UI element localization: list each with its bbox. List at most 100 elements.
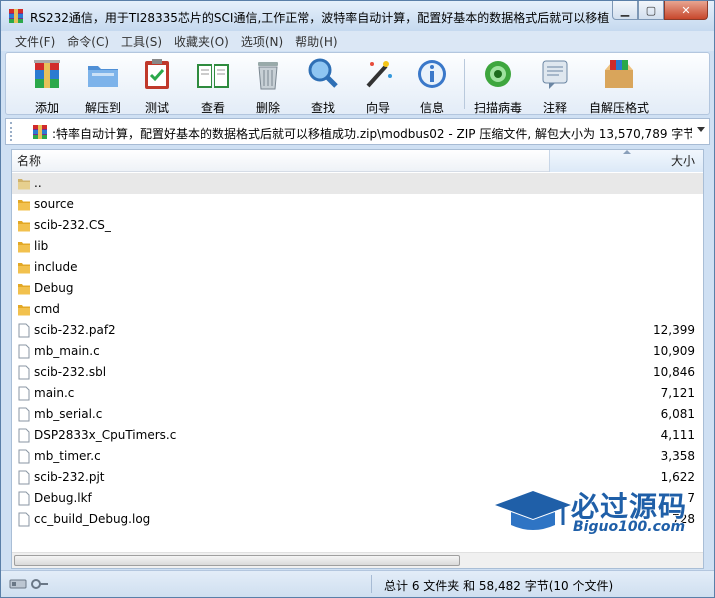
column-header-size-label: 大小 [670, 154, 695, 168]
test-label: 测试 [144, 101, 169, 115]
menu-command[interactable]: 命令(C) [61, 31, 115, 51]
find-label: 查找 [310, 101, 335, 115]
view-label: 查看 [200, 101, 225, 115]
table-row[interactable]: main.c 7,121 [12, 383, 703, 404]
file-name: mb_timer.c [34, 449, 101, 463]
file-icon [18, 323, 30, 338]
drive-key-icon[interactable] [9, 577, 49, 591]
folder-icon [18, 242, 30, 253]
column-header-name[interactable]: 名称 [17, 150, 41, 172]
file-icon [18, 386, 30, 401]
file-size: 4,111 [660, 428, 695, 442]
address-grip[interactable] [10, 122, 16, 141]
table-row[interactable]: scib-232.paf2 12,399 [12, 320, 703, 341]
file-name: Debug.lkf [34, 491, 92, 505]
scan-virus-button[interactable]: 扫描病毒 [471, 56, 525, 115]
table-row[interactable]: scib-232.CS_ [12, 215, 703, 236]
table-row[interactable]: cmd [12, 299, 703, 320]
extract-folder-icon [88, 66, 118, 87]
menu-bar: 文件(F) 命令(C) 工具(S) 收藏夹(O) 选项(N) 帮助(H) [1, 31, 714, 51]
toolbar-separator [464, 59, 465, 109]
table-row[interactable]: Debug [12, 278, 703, 299]
zip-archive-icon [33, 125, 47, 139]
file-icon [18, 449, 30, 464]
folder-icon [18, 284, 30, 295]
parent-folder-icon [18, 179, 30, 190]
folder-icon [18, 263, 30, 274]
comment-label: 注释 [542, 101, 567, 115]
maximize-button[interactable]: ▢ [638, 1, 664, 20]
menu-file[interactable]: 文件(F) [9, 31, 61, 51]
wizard-wand-icon [366, 61, 392, 88]
toolbar: 添加 解压到 测试 查看 删除 查找 向导 信息 扫描病毒 注释 自解压格式 [5, 52, 710, 115]
file-icon [18, 428, 30, 443]
address-text: :特率自动计算，配置好基本的数据格式后就可以移植成功.zip\modbus02 … [52, 127, 692, 141]
file-size: 7,121 [660, 386, 695, 400]
table-row[interactable]: mb_main.c 10,909 [12, 341, 703, 362]
table-row[interactable]: source [12, 194, 703, 215]
sfx-label: 自解压格式 [588, 101, 649, 115]
close-button[interactable]: ✕ [664, 1, 708, 20]
status-separator [371, 575, 372, 593]
file-icon [18, 512, 30, 527]
add-button[interactable]: 添加 [20, 56, 74, 115]
title-bar[interactable]: RS232通信，用于TI28335芯片的SCI通信,工作正常，波特率自动计算，配… [1, 1, 714, 31]
file-name: scib-232.sbl [34, 365, 107, 379]
address-bar[interactable]: :特率自动计算，配置好基本的数据格式后就可以移植成功.zip\modbus02 … [5, 118, 710, 145]
table-row[interactable]: mb_serial.c 6,081 [12, 404, 703, 425]
file-icon [18, 407, 30, 422]
sfx-box-icon [605, 60, 633, 88]
table-row[interactable]: include [12, 257, 703, 278]
delete-label: 删除 [255, 101, 280, 115]
info-icon [418, 60, 446, 88]
status-summary: 总计 6 文件夹 和 58,482 字节(10 个文件) [384, 579, 614, 593]
file-name: scib-232.CS_ [34, 218, 111, 232]
caption-buttons: ▁ ▢ ✕ [612, 1, 708, 21]
add-label: 添加 [34, 101, 59, 115]
menu-favorites[interactable]: 收藏夹(O) [168, 31, 235, 51]
file-size: 6,081 [660, 407, 695, 421]
table-row-parent[interactable]: .. [12, 173, 703, 194]
window-title: RS232通信，用于TI28335芯片的SCI通信,工作正常，波特率自动计算，配… [30, 11, 610, 25]
file-rows: .. source scib-232.CS_ lib include Debug [12, 173, 703, 530]
comment-icon [542, 60, 568, 89]
file-icon [18, 344, 30, 359]
horizontal-scrollbar[interactable] [12, 552, 703, 568]
list-header: 名称 大小 [12, 150, 703, 172]
view-button[interactable]: 查看 [186, 56, 240, 115]
menu-options[interactable]: 选项(N) [235, 31, 289, 51]
winrar-app-icon[interactable] [8, 8, 24, 24]
scrollbar-thumb[interactable] [14, 555, 460, 566]
file-size: 10,846 [653, 365, 695, 379]
extract-to-button[interactable]: 解压到 [76, 56, 130, 115]
test-clipboard-icon [145, 59, 169, 89]
file-name: cmd [34, 302, 60, 316]
file-name: scib-232.pjt [34, 470, 105, 484]
wizard-button[interactable]: 向导 [351, 56, 405, 115]
file-name: cc_build_Debug.log [34, 512, 151, 526]
menu-help[interactable]: 帮助(H) [289, 31, 343, 51]
file-name: source [34, 197, 74, 211]
info-button[interactable]: 信息 [405, 56, 459, 115]
file-name: lib [34, 239, 49, 253]
minimize-button[interactable]: ▁ [612, 1, 638, 20]
chevron-down-icon[interactable] [697, 127, 705, 132]
column-header-size[interactable]: 大小 [549, 150, 703, 172]
menu-tools[interactable]: 工具(S) [115, 31, 168, 51]
file-name: scib-232.paf2 [34, 323, 116, 337]
find-button[interactable]: 查找 [296, 56, 350, 115]
table-row[interactable]: mb_timer.c 3,358 [12, 446, 703, 467]
close-icon: ✕ [681, 3, 691, 17]
test-button[interactable]: 测试 [130, 56, 184, 115]
delete-button[interactable]: 删除 [241, 56, 295, 115]
wizard-label: 向导 [365, 101, 390, 115]
table-row[interactable]: scib-232.sbl 10,846 [12, 362, 703, 383]
status-bar: 总计 6 文件夹 和 58,482 字节(10 个文件) [1, 570, 714, 597]
table-row[interactable]: lib [12, 236, 703, 257]
file-name: main.c [34, 386, 75, 400]
comment-button[interactable]: 注释 [528, 56, 582, 115]
file-name: DSP2833x_CpuTimers.c [34, 428, 177, 442]
trash-can-icon [258, 62, 278, 90]
sfx-button[interactable]: 自解压格式 [586, 56, 652, 115]
table-row[interactable]: DSP2833x_CpuTimers.c 4,111 [12, 425, 703, 446]
